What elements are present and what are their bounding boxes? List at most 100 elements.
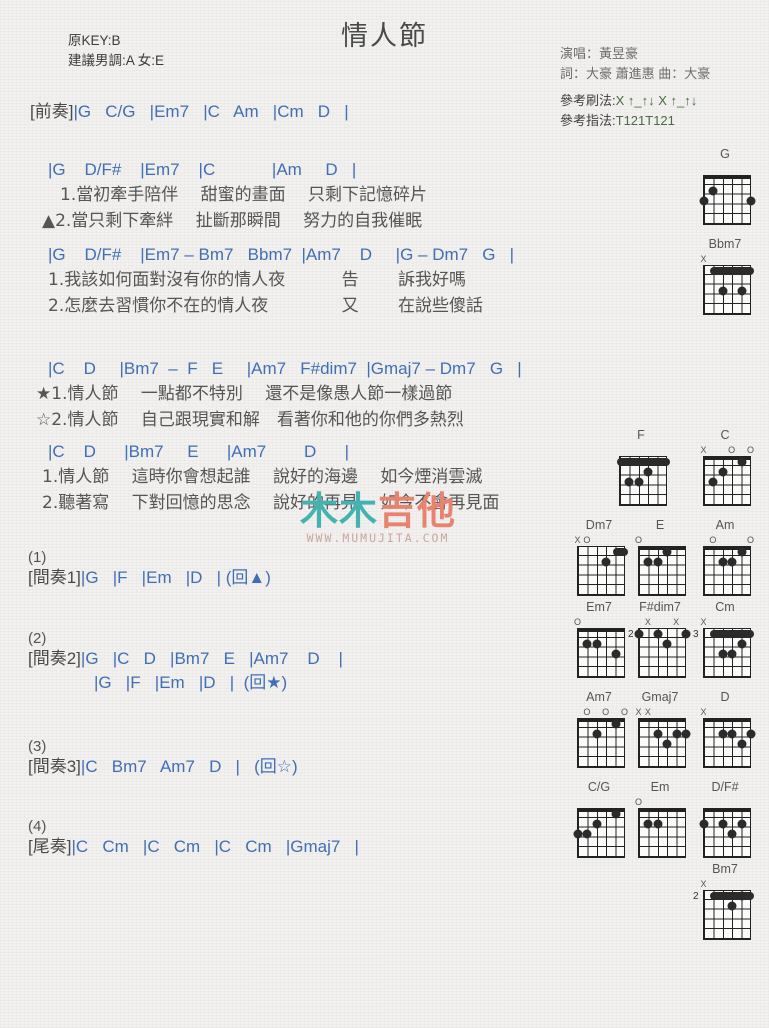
chord-grid-wrap bbox=[577, 546, 628, 596]
chord-fretboard bbox=[702, 455, 752, 506]
strum-pattern-label: 參考刷法: bbox=[560, 93, 616, 108]
finger-dot bbox=[582, 639, 592, 649]
finger-dot bbox=[634, 629, 644, 639]
chord-fretboard bbox=[703, 265, 754, 315]
chord-sheet: 情人節 原KEY:B 建議男調:A 女:E 演唱：黃昱豪 詞：大豪 蕭進惠 曲：… bbox=[0, 0, 769, 1028]
intro-chords: |G C/G |Em7 |C Am |Cm D | bbox=[73, 102, 349, 121]
finger-dot bbox=[746, 196, 756, 205]
chord-fretboard bbox=[577, 546, 628, 596]
chord-grid-wrap bbox=[637, 717, 691, 768]
chord-diagram-bm7: Bm7 X 2 bbox=[693, 862, 756, 940]
chord-diagram-am7: Am7 O O O bbox=[568, 690, 630, 768]
finger-dot bbox=[737, 739, 747, 748]
chord-diagram-g: G bbox=[694, 147, 756, 225]
finger-dot bbox=[727, 557, 737, 567]
chord-diagram-em7: Em7 O bbox=[568, 600, 630, 678]
finger-dot bbox=[681, 629, 691, 639]
chord-diagram-name: Em7 bbox=[586, 600, 612, 614]
finger-dot bbox=[582, 829, 592, 838]
chord-open-mute-markers: X bbox=[700, 617, 751, 628]
finger-dot bbox=[643, 467, 653, 477]
chord-fretboard bbox=[699, 174, 756, 225]
interlude-2-line-1: [間奏2]|G |C D |Bm7 E |Am7 D | bbox=[28, 647, 343, 671]
finger-dot bbox=[662, 639, 672, 649]
chord-grid-wrap: 2 bbox=[628, 628, 691, 678]
finger-dot bbox=[653, 557, 663, 567]
interlude-1-number: (1) bbox=[28, 549, 47, 566]
chord-grid-wrap bbox=[576, 627, 626, 678]
chord-fretboard bbox=[637, 807, 687, 858]
chord-diagram-d-f-: D/F# bbox=[694, 780, 756, 858]
chord-fretboard bbox=[573, 807, 626, 858]
section-chorus-2: |C D |Bm7 E |Am7 D | 1.情人節 這時你會想起誰 說好的海邊… bbox=[42, 440, 499, 516]
finger-dot bbox=[737, 286, 747, 295]
ending-tag: [尾奏] bbox=[28, 837, 72, 856]
chord-fretboard bbox=[576, 627, 626, 678]
finger-dot bbox=[643, 819, 653, 829]
chord-diagram-name: D bbox=[720, 690, 730, 704]
open-string-icon: O bbox=[634, 797, 643, 807]
finger-pattern-label: 參考指法: bbox=[560, 113, 616, 128]
finger-pattern-value: T121T121 bbox=[615, 113, 675, 128]
chord-grid-wrap bbox=[703, 265, 754, 315]
chord-fretboard bbox=[576, 717, 626, 768]
chord-fretboard bbox=[617, 456, 670, 506]
chord-open-mute-markers: X bbox=[700, 254, 751, 265]
finger-dot bbox=[746, 729, 756, 739]
interlude-3-chords: |C Bm7 Am7 D | (回☆) bbox=[80, 757, 298, 776]
open-string-icon: O bbox=[746, 445, 755, 455]
interlude-1-tag: [間奏1] bbox=[28, 568, 81, 587]
chord-open-mute-markers: O bbox=[635, 535, 686, 546]
interlude-3-number: (3) bbox=[28, 738, 47, 755]
chord-diagram-name: Em bbox=[650, 780, 670, 794]
finger-pattern: 參考指法:T121T121 bbox=[560, 111, 697, 131]
verse-1-lyric-2: ▲2.當只剩下牽絆 扯斷那瞬間 努力的自我催眠 bbox=[42, 211, 423, 231]
open-string-icon: O bbox=[602, 707, 610, 717]
finger-dot bbox=[727, 729, 737, 739]
play-patterns: 參考刷法:X ↑_↑↓ X ↑_↑↓ 參考指法:T121T121 bbox=[560, 91, 697, 131]
chord-grid-wrap bbox=[617, 456, 670, 506]
section-interlude-2: (2) [間奏2]|G |C D |Bm7 E |Am7 D | |G |F |… bbox=[28, 630, 343, 695]
section-intro: [前奏]|G C/G |Em7 |C Am |Cm D | bbox=[30, 100, 349, 124]
nut-bar bbox=[702, 717, 752, 722]
open-string-icon: O bbox=[583, 535, 591, 545]
chord-open-mute-markers: X bbox=[700, 707, 751, 718]
chord-open-mute-markers: O bbox=[574, 617, 625, 628]
chord-diagram-name: C/G bbox=[587, 780, 611, 794]
barre-bar bbox=[710, 891, 754, 900]
finger-dot bbox=[601, 557, 611, 567]
chord-diagram-name: D/F# bbox=[711, 780, 739, 794]
finger-dot bbox=[611, 719, 621, 729]
open-string-icon: O bbox=[583, 707, 591, 717]
finger-dot bbox=[611, 649, 621, 658]
verse-2-lyric-1: 1.我該如何面對沒有你的情人夜 告 訴我好嗎 bbox=[48, 270, 467, 290]
barre-bar bbox=[710, 629, 754, 638]
credit-singer: 演唱：黃昱豪 bbox=[560, 46, 639, 61]
nut-bar bbox=[576, 627, 626, 632]
chord-diagram-am: Am O O bbox=[694, 518, 756, 596]
chord-diagram-name: C bbox=[720, 428, 730, 442]
chord-fretboard bbox=[699, 807, 752, 858]
chord-fretboard bbox=[702, 717, 756, 768]
finger-dot bbox=[573, 829, 583, 838]
mute-marker-icon: X bbox=[635, 707, 642, 717]
chord-open-mute-markers: OOO bbox=[577, 707, 629, 718]
chord-open-mute-markers: XX bbox=[638, 617, 686, 628]
open-string-icon: O bbox=[620, 707, 629, 717]
interlude-1-chords: |G |F |Em |D | (回▲) bbox=[80, 568, 271, 587]
interlude-2-chords-1: |G |C D |Bm7 E |Am7 D | bbox=[80, 649, 343, 668]
chord-diagram-name: F bbox=[637, 428, 645, 442]
interlude-2-tag: [間奏2] bbox=[28, 649, 81, 668]
interlude-2-chords-2: |G |F |Em |D | (回★) bbox=[94, 673, 288, 692]
interlude-2-number: (2) bbox=[28, 630, 47, 647]
chord-diagram-name: Bbm7 bbox=[708, 237, 742, 251]
chord-fretboard bbox=[637, 717, 691, 768]
intro-tag: [前奏] bbox=[30, 102, 74, 121]
chord-diagram-dm7: Dm7 X O bbox=[568, 518, 630, 596]
verse-2-lyric-2: 2.怎麼去習慣你不在的情人夜 又 在說些傻話 bbox=[48, 296, 484, 316]
chord-diagram-c-g: C/G bbox=[568, 780, 630, 858]
chord-diagram-name: F#dim7 bbox=[639, 600, 681, 614]
finger-dot bbox=[737, 819, 747, 829]
chorus-1-lyric-1: ★1.情人節 一點都不特別 還不是像愚人節一樣過節 bbox=[36, 384, 453, 404]
open-string-icon: O bbox=[728, 445, 736, 455]
